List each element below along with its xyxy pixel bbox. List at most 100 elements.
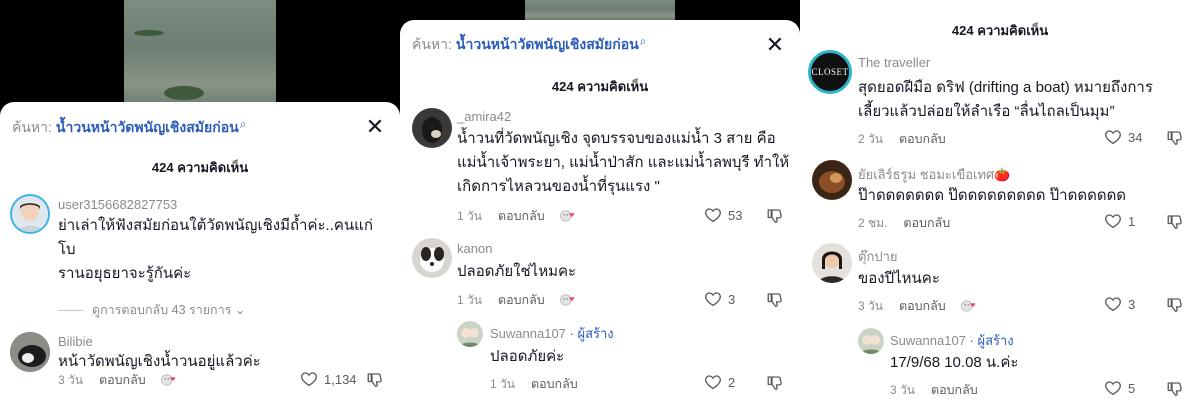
comment-text: ป๊าดดดดดดด ป๊ดดดดดดดดด ป๊าดดดดดด bbox=[858, 187, 1127, 204]
reply-button[interactable]: ตอบกลับ bbox=[498, 206, 545, 226]
search-icon: ⌕ bbox=[639, 33, 647, 48]
comment-time: 3 วัน bbox=[858, 298, 883, 313]
comment-username[interactable]: kanon bbox=[457, 241, 492, 256]
heart-outline-icon bbox=[704, 206, 722, 224]
comment-username[interactable]: Suwanna107 · ผู้สร้าง bbox=[490, 323, 614, 344]
search-term[interactable]: น้ำวนหน้าวัดพนัญเชิงสมัยก่อน bbox=[456, 34, 639, 56]
emoji-reaction-icon[interactable] bbox=[559, 291, 577, 309]
search-prefix: ค้นหา: bbox=[412, 36, 452, 52]
comment-line: รานอยุธยาจะรู้กันค่ะ bbox=[58, 265, 192, 282]
thumbs-down-icon[interactable] bbox=[1166, 296, 1184, 314]
like-button[interactable]: 1 bbox=[1104, 212, 1135, 230]
comment-text: ปลอดภัยค่ะ bbox=[490, 348, 565, 365]
search-suggestion[interactable]: ค้นหา: น้ำวนหน้าวัดพนัญเชิงสมัยก่อน ⌕ bbox=[12, 116, 386, 140]
like-button[interactable]: 3 bbox=[1104, 295, 1135, 313]
reply-button[interactable]: ตอบกลับ bbox=[931, 380, 978, 400]
avatar[interactable] bbox=[457, 321, 483, 347]
thumbs-down-icon[interactable] bbox=[1166, 129, 1184, 147]
comment-username[interactable]: The traveller bbox=[858, 55, 930, 70]
comment-count: 424 ความคิดเห็น bbox=[151, 160, 249, 175]
comments-sheet: ค้นหา: น้ำวนหน้าวัดพนัญเชิงสมัยก่อน ⌕ ✕ … bbox=[0, 102, 400, 400]
avatar[interactable] bbox=[412, 238, 452, 278]
comment-username[interactable]: _amira42 bbox=[457, 109, 511, 124]
comment-text: ย่าเล่าให้ฟังสมัยก่อนใต้วัดพนัญเชิงมีถ้ำ… bbox=[58, 214, 388, 286]
reply-button[interactable]: ตอบกลับ bbox=[903, 213, 950, 233]
comment-username[interactable]: user3156682827753 bbox=[58, 197, 177, 212]
avatar-label: CLOSET bbox=[811, 67, 849, 77]
avatar[interactable] bbox=[10, 194, 50, 234]
comment-meta: 2 ชม. ตอบกลับ bbox=[858, 213, 950, 233]
search-suggestion[interactable]: ค้นหา: น้ำวนหน้าวัดพนัญเชิงสมัยก่อน ⌕ bbox=[412, 33, 786, 57]
comment-line: สุดยอดฝีมือ ดริฟ (drifting a boat) หมายถ… bbox=[858, 79, 1153, 96]
comment-username[interactable]: ยัยเลิร์ธรูม ชอมะเขือเทศ🍅 bbox=[858, 164, 1011, 185]
comment-count: 424 ความคิดเห็น bbox=[551, 79, 649, 94]
reply-button[interactable]: ตอบกลับ bbox=[899, 129, 946, 149]
heart-outline-icon bbox=[704, 373, 722, 391]
comment-line: น้ำวนที่วัดพนัญเชิง จุดบรรจบของแม่น้ำ 3 … bbox=[457, 130, 776, 147]
comment-line: แม่น้ำเจ้าพระยา, แม่น้ำป่าสัก และแม่น้ำล… bbox=[457, 154, 790, 171]
thumbs-down-icon[interactable] bbox=[766, 291, 784, 309]
avatar[interactable] bbox=[10, 332, 50, 372]
comment-meta: 2 วัน ตอบกลับ bbox=[858, 129, 946, 149]
like-button[interactable]: 3 bbox=[704, 290, 735, 308]
heart-outline-icon bbox=[1104, 212, 1122, 230]
view-replies-button[interactable]: ดูการตอบกลับ 43 รายการ ⌄ bbox=[58, 300, 245, 320]
like-count: 5 bbox=[1128, 380, 1136, 396]
comment-username[interactable]: Suwanna107 · ผู้สร้าง bbox=[890, 330, 1014, 351]
avatar[interactable]: CLOSET bbox=[808, 50, 852, 94]
reply-button[interactable]: ตอบกลับ bbox=[899, 296, 946, 316]
like-count: 53 bbox=[728, 207, 743, 223]
emoji-reaction-icon[interactable] bbox=[960, 297, 978, 315]
creator-badge: · ผู้สร้าง bbox=[569, 326, 614, 341]
comments-sheet: 424 ความคิดเห็น CLOSET The traveller สุด… bbox=[800, 0, 1200, 400]
like-button[interactable]: 53 bbox=[704, 206, 742, 224]
thumbs-down-icon[interactable] bbox=[766, 207, 784, 225]
thumbs-down-icon[interactable] bbox=[1166, 213, 1184, 231]
like-button[interactable]: 2 bbox=[704, 373, 735, 391]
comment-time: 1 วัน bbox=[457, 292, 482, 307]
divider bbox=[58, 309, 84, 311]
heart-outline-icon bbox=[1104, 128, 1122, 146]
comments-panel-2: ค้นหา: น้ำวนหน้าวัดพนัญเชิงสมัยก่อน ⌕ ✕ … bbox=[400, 0, 800, 400]
search-term[interactable]: น้ำวนหน้าวัดพนัญเชิงสมัยก่อน bbox=[56, 117, 239, 139]
avatar[interactable] bbox=[858, 328, 884, 354]
avatar[interactable] bbox=[812, 160, 852, 200]
comment-count: 424 ความคิดเห็น bbox=[951, 23, 1049, 38]
like-count: 3 bbox=[728, 291, 736, 307]
thumbs-down-icon[interactable] bbox=[1166, 380, 1184, 398]
heart-outline-icon bbox=[1104, 295, 1122, 313]
comment-text: สุดยอดฝีมือ ดริฟ (drifting a boat) หมายถ… bbox=[858, 76, 1194, 124]
close-icon[interactable]: ✕ bbox=[364, 116, 386, 138]
comment-time: 1 วัน bbox=[490, 376, 515, 391]
heart-outline-icon bbox=[1104, 379, 1122, 397]
comment-username[interactable]: Bilibie bbox=[58, 334, 93, 349]
avatar[interactable] bbox=[412, 108, 452, 148]
comment-text: หน้าวัดพนัญเชิงน้ำวนอยู่แล้วค่ะ bbox=[58, 353, 261, 370]
thumbs-down-icon[interactable] bbox=[766, 374, 784, 392]
reply-username: Suwanna107 bbox=[890, 333, 966, 348]
creator-badge: · ผู้สร้าง bbox=[969, 333, 1014, 348]
comment-meta: 3 วัน ตอบกลับ bbox=[858, 296, 978, 316]
comment-text: ปลอดภัยใช่ไหมคะ bbox=[457, 263, 577, 280]
comment-text: ของปีไหนคะ bbox=[858, 270, 940, 287]
reply-button[interactable]: ตอบกลับ bbox=[498, 290, 545, 310]
comments-sheet: ค้นหา: น้ำวนหน้าวัดพนัญเชิงสมัยก่อน ⌕ ✕ … bbox=[400, 20, 800, 400]
comment-line: เกิดการไหลวนของน้ำที่รุนแรง " bbox=[457, 178, 660, 195]
comment-time: 3 วัน bbox=[890, 382, 915, 397]
comment-line: ย่าเล่าให้ฟังสมัยก่อนใต้วัดพนัญเชิงมีถ้ำ… bbox=[58, 217, 373, 258]
water-plant bbox=[134, 30, 164, 36]
emoji-reaction-icon[interactable] bbox=[559, 207, 577, 225]
close-icon[interactable]: ✕ bbox=[764, 34, 786, 56]
comment-time: 1 วัน bbox=[457, 208, 482, 223]
comment-meta: 1 วัน ตอบกลับ bbox=[457, 290, 577, 310]
comment-username[interactable]: ตุ๊กปาย bbox=[858, 246, 897, 267]
avatar[interactable] bbox=[812, 243, 852, 283]
comment-line: เลี้ยวแล้วปล่อยให้ลำเรือ “ลื่นไถลเป็นมุม… bbox=[858, 103, 1115, 120]
reply-button[interactable]: ตอบกลับ bbox=[531, 374, 578, 394]
comment-text: 17/9/68 10.08 น.ค่ะ bbox=[890, 354, 1019, 371]
like-button[interactable]: 5 bbox=[1104, 379, 1135, 397]
reply-username: Suwanna107 bbox=[490, 326, 566, 341]
video-preview[interactable] bbox=[525, 0, 675, 22]
comment-meta: 3 วัน ตอบกลับ bbox=[890, 380, 978, 400]
like-button[interactable]: 34 bbox=[1104, 128, 1142, 146]
